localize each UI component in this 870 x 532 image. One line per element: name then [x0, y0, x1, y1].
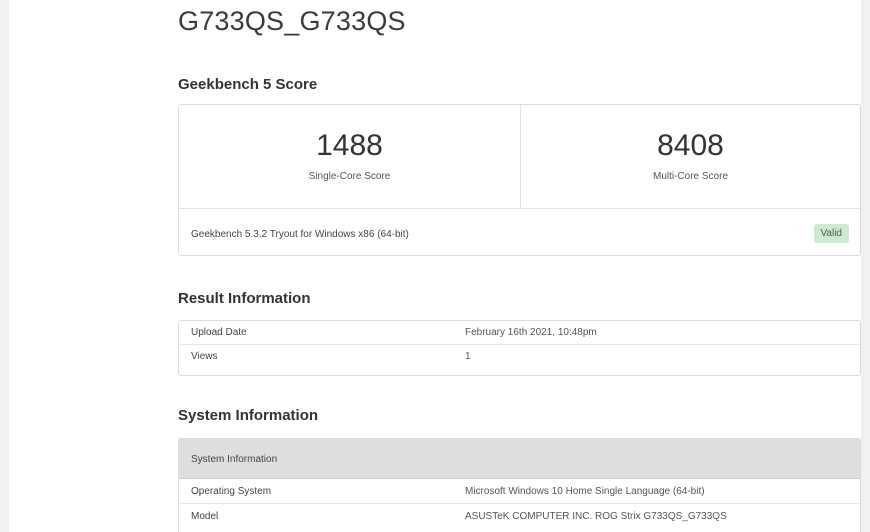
views-value: 1 — [465, 351, 471, 362]
system-information-table: System Information Operating System Micr… — [178, 438, 861, 532]
result-information-table: Upload Date February 16th 2021, 10:48pm … — [178, 320, 861, 376]
single-core-score-value: 1488 — [316, 129, 383, 162]
upload-date-value: February 16th 2021, 10:48pm — [465, 327, 597, 338]
page-title: G733QS_G733QS — [178, 6, 406, 36]
score-row: 1488 Single-Core Score 8408 Multi-Core S… — [179, 105, 860, 209]
left-gutter — [0, 0, 9, 532]
multi-core-score-value: 8408 — [657, 129, 724, 162]
table-row: Views 1 — [179, 345, 860, 368]
system-information-heading: System Information — [178, 407, 319, 424]
table-row: Upload Date February 16th 2021, 10:48pm — [179, 321, 860, 345]
table-row: Operating System Microsoft Windows 10 Ho… — [179, 479, 860, 504]
geekbench-version-text: Geekbench 5.3.2 Tryout for Windows x86 (… — [191, 229, 409, 240]
single-core-cell: 1488 Single-Core Score — [179, 105, 521, 208]
system-table-header-label: System Information — [191, 454, 278, 465]
result-information-heading: Result Information — [178, 290, 311, 307]
table-row: Model ASUSTeK COMPUTER INC. ROG Strix G7… — [179, 504, 860, 528]
single-core-score-label: Single-Core Score — [308, 171, 391, 182]
geekbench-score-heading: Geekbench 5 Score — [178, 76, 318, 93]
model-key: Model — [191, 511, 219, 522]
upload-date-key: Upload Date — [191, 327, 247, 338]
geekbench-result-page: G733QS_G733QS Geekbench 5 Score 1488 Sin… — [0, 0, 870, 532]
operating-system-key: Operating System — [191, 486, 272, 497]
multi-core-score-label: Multi-Core Score — [652, 171, 729, 182]
model-value: ASUSTeK COMPUTER INC. ROG Strix G733QS_G… — [465, 511, 727, 522]
operating-system-value: Microsoft Windows 10 Home Single Languag… — [465, 486, 705, 497]
valid-status-badge: Valid — [813, 224, 849, 243]
right-gutter — [861, 0, 870, 532]
score-footer: Geekbench 5.3.2 Tryout for Windows x86 (… — [179, 209, 860, 255]
multi-core-cell: 8408 Multi-Core Score — [521, 105, 860, 208]
system-table-header: System Information — [179, 439, 860, 479]
score-card: 1488 Single-Core Score 8408 Multi-Core S… — [178, 104, 861, 256]
views-key: Views — [191, 351, 218, 362]
